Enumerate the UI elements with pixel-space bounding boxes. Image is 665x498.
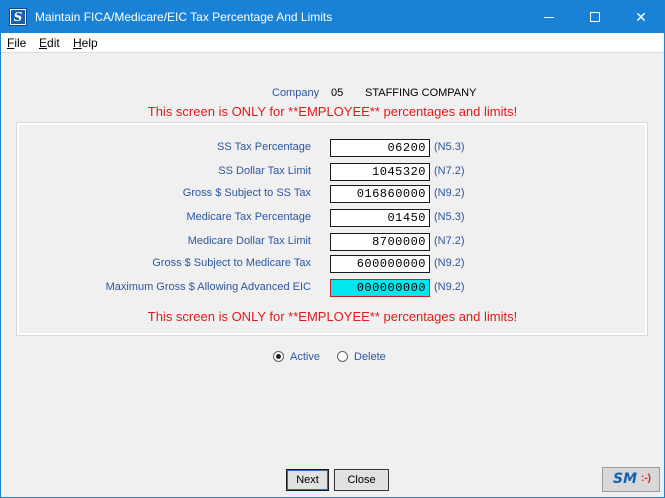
medicare-dollar-tax-limit-label: Medicare Dollar Tax Limit — [187, 235, 311, 247]
menu-edit[interactable]: Edit — [39, 36, 60, 50]
employee-warning-bottom: This screen is ONLY for **EMPLOYEE** per… — [147, 309, 518, 324]
minimize-button[interactable] — [526, 1, 572, 33]
employee-warning-top: This screen is ONLY for **EMPLOYEE** per… — [147, 104, 518, 119]
active-radio[interactable] — [273, 351, 284, 362]
max-gross-advanced-eic-format: (N9.2) — [434, 281, 465, 293]
gross-subject-ss-input[interactable]: 016860000 — [330, 185, 430, 203]
max-gross-advanced-eic-label: Maximum Gross $ Allowing Advanced EIC — [105, 281, 311, 293]
app-window: S Maintain FICA/Medicare/EIC Tax Percent… — [0, 0, 665, 498]
maximize-button[interactable] — [572, 1, 618, 33]
gross-subject-ss-format: (N9.2) — [434, 187, 465, 199]
gross-subject-medicare-label: Gross $ Subject to Medicare Tax — [152, 257, 311, 269]
active-radio-label: Active — [290, 351, 320, 363]
sm-logo[interactable]: SM :-) — [602, 467, 660, 492]
app-icon[interactable]: S — [9, 8, 27, 26]
m-edit-accelerator: E — [39, 36, 48, 50]
company-name: STAFFING COMPANY — [365, 87, 477, 99]
menu-help[interactable]: Help — [73, 36, 98, 50]
company-code: 05 — [331, 87, 344, 99]
close-icon: ✕ — [635, 9, 647, 25]
gross-subject-medicare-input[interactable]: 600000000 — [330, 255, 430, 273]
delete-radio[interactable] — [337, 351, 348, 362]
medicare-dollar-tax-limit-format: (N7.2) — [434, 235, 465, 247]
medicare-dollar-tax-limit-input[interactable]: 8700000 — [330, 233, 430, 251]
medicare-tax-percentage-label: Medicare Tax Percentage — [186, 211, 311, 223]
medicare-tax-percentage-input[interactable]: 01450 — [330, 209, 430, 227]
gross-subject-ss-label: Gross $ Subject to SS Tax — [182, 187, 311, 199]
medicare-tax-percentage-format: (N5.3) — [434, 211, 465, 223]
minimize-icon — [544, 17, 554, 18]
menu-bar: File Edit Help — [1, 33, 664, 53]
maximize-icon — [590, 12, 600, 22]
menu-file[interactable]: File — [7, 36, 26, 50]
title-bar[interactable]: S Maintain FICA/Medicare/EIC Tax Percent… — [1, 1, 664, 33]
company-label: Company — [272, 87, 320, 99]
close-window-button[interactable]: ✕ — [618, 1, 664, 33]
status-delete-option[interactable]: Delete — [337, 351, 386, 363]
m-help-accelerator: H — [73, 36, 82, 50]
ss-dollar-tax-limit-input[interactable]: 1045320 — [330, 163, 430, 181]
close-button[interactable]: Close — [334, 469, 389, 491]
ss-dollar-tax-limit-format: (N7.2) — [434, 165, 465, 177]
m-file-accelerator: F — [7, 36, 15, 50]
ss-tax-percentage-label: SS Tax Percentage — [217, 141, 311, 153]
app-icon-letter: S — [11, 10, 25, 24]
next-button[interactable]: Next — [286, 469, 329, 491]
ss-tax-percentage-format: (N5.3) — [434, 141, 465, 153]
smiley-icon: :-) — [641, 473, 651, 484]
ss-dollar-tax-limit-label: SS Dollar Tax Limit — [218, 165, 311, 177]
ss-tax-percentage-input[interactable]: 06200 — [330, 139, 430, 157]
sm-logo-text: SM — [613, 471, 638, 487]
gross-subject-medicare-format: (N9.2) — [434, 257, 465, 269]
status-active-option[interactable]: Active — [273, 351, 320, 363]
delete-radio-label: Delete — [354, 351, 386, 363]
window-title: Maintain FICA/Medicare/EIC Tax Percentag… — [35, 10, 333, 24]
max-gross-advanced-eic-input[interactable]: 000000000 — [330, 279, 430, 297]
